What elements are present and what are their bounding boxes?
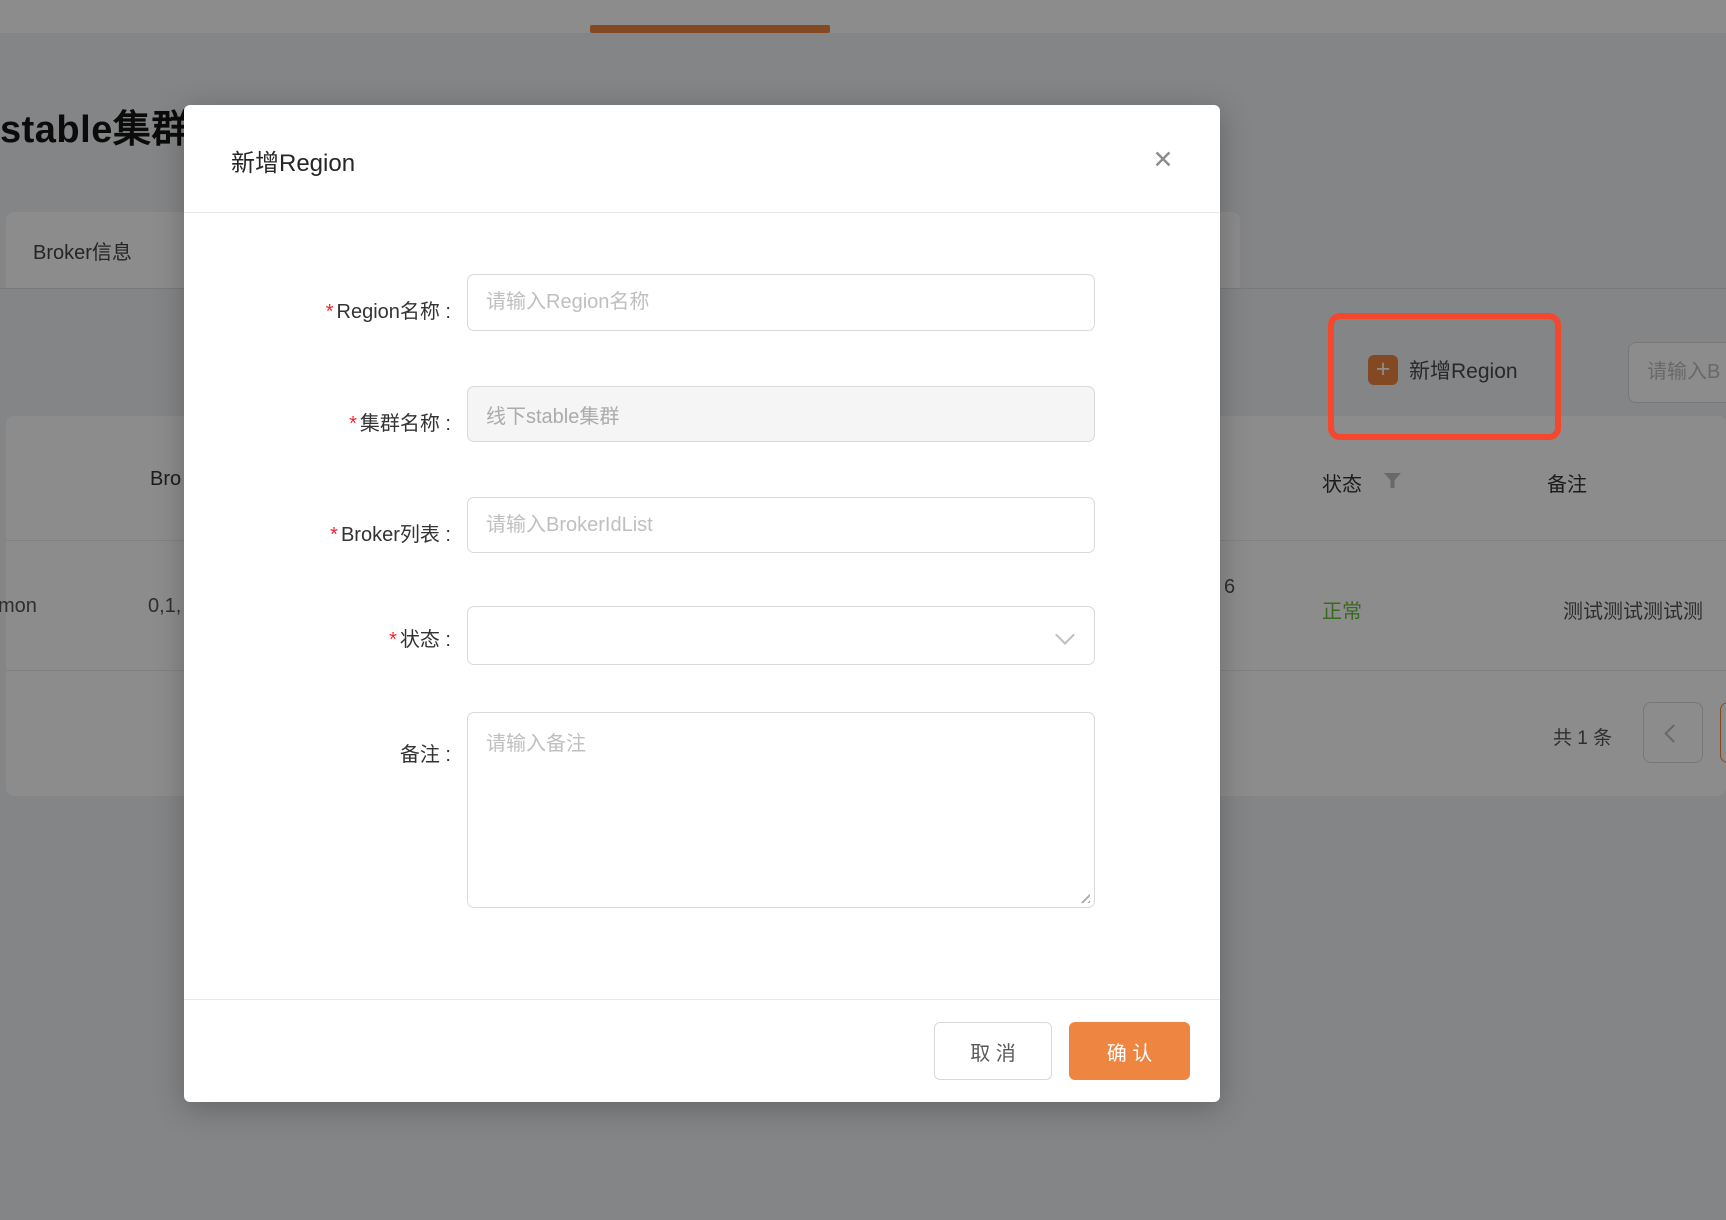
remark-textarea[interactable] [467, 712, 1095, 908]
required-asterisk: * [389, 629, 397, 651]
label-cluster-name-text: 集群名称 : [360, 413, 451, 435]
required-asterisk: * [326, 301, 334, 323]
annotation-highlight-box [1328, 313, 1561, 440]
modal-title: 新增Region [231, 143, 355, 178]
add-region-modal: 新增Region ✕ *Region名称 : *集群名称 : *Broker列表… [184, 105, 1220, 1102]
chevron-down-icon [1055, 625, 1075, 645]
close-icon[interactable]: ✕ [1146, 143, 1180, 177]
region-name-input[interactable] [467, 274, 1095, 331]
modal-header-divider [184, 212, 1220, 213]
cancel-button[interactable]: 取 消 [934, 1022, 1052, 1080]
label-broker-list: *Broker列表 : [184, 518, 451, 547]
label-status-text: 状态 : [400, 629, 451, 651]
status-select[interactable] [467, 606, 1095, 665]
label-cluster-name: *集群名称 : [184, 407, 451, 436]
label-remark: 备注 : [184, 738, 451, 767]
modal-footer-divider [184, 999, 1220, 1000]
confirm-button[interactable]: 确 认 [1069, 1022, 1190, 1080]
label-broker-list-text: Broker列表 : [341, 524, 451, 546]
required-asterisk: * [330, 524, 338, 546]
label-region-name-text: Region名称 : [337, 301, 452, 323]
broker-list-input[interactable] [467, 497, 1095, 553]
remark-textarea-wrap [467, 712, 1095, 908]
label-remark-text: 备注 : [400, 744, 451, 766]
cluster-name-input [467, 386, 1095, 442]
label-status: *状态 : [184, 623, 451, 652]
required-asterisk: * [349, 413, 357, 435]
label-region-name: *Region名称 : [184, 295, 451, 324]
